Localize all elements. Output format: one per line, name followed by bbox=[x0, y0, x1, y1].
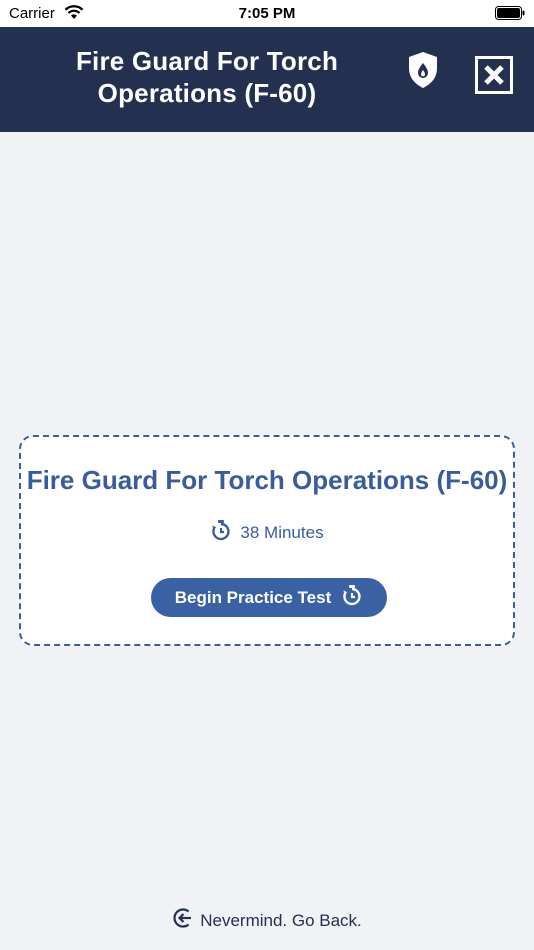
close-button[interactable] bbox=[475, 56, 513, 94]
go-back-label: Nevermind. Go Back. bbox=[200, 910, 362, 930]
duration-label: 38 Minutes bbox=[240, 522, 324, 542]
stopwatch-icon bbox=[210, 519, 232, 546]
test-duration: 38 Minutes bbox=[21, 519, 513, 546]
test-title: Fire Guard For Torch Operations (F-60) bbox=[26, 465, 508, 495]
stopwatch-icon bbox=[341, 584, 363, 611]
close-icon bbox=[484, 65, 504, 85]
practice-test-card: Fire Guard For Torch Operations (F-60) 3… bbox=[19, 435, 515, 646]
status-time: 7:05 PM bbox=[238, 5, 296, 22]
status-bar: Carrier 7:05 PM bbox=[0, 0, 534, 27]
begin-button-label: Begin Practice Test bbox=[174, 587, 332, 607]
shield-flame-icon bbox=[406, 50, 440, 90]
page-title: Fire Guard For Torch Operations (F-60) bbox=[75, 46, 339, 108]
header-bar: Fire Guard For Torch Operations (F-60) bbox=[0, 27, 534, 132]
battery-icon bbox=[495, 6, 525, 20]
arrow-left-circle-icon bbox=[172, 907, 194, 934]
go-back-link[interactable]: Nevermind. Go Back. bbox=[0, 907, 534, 934]
begin-practice-test-button[interactable]: Begin Practice Test bbox=[151, 578, 387, 617]
